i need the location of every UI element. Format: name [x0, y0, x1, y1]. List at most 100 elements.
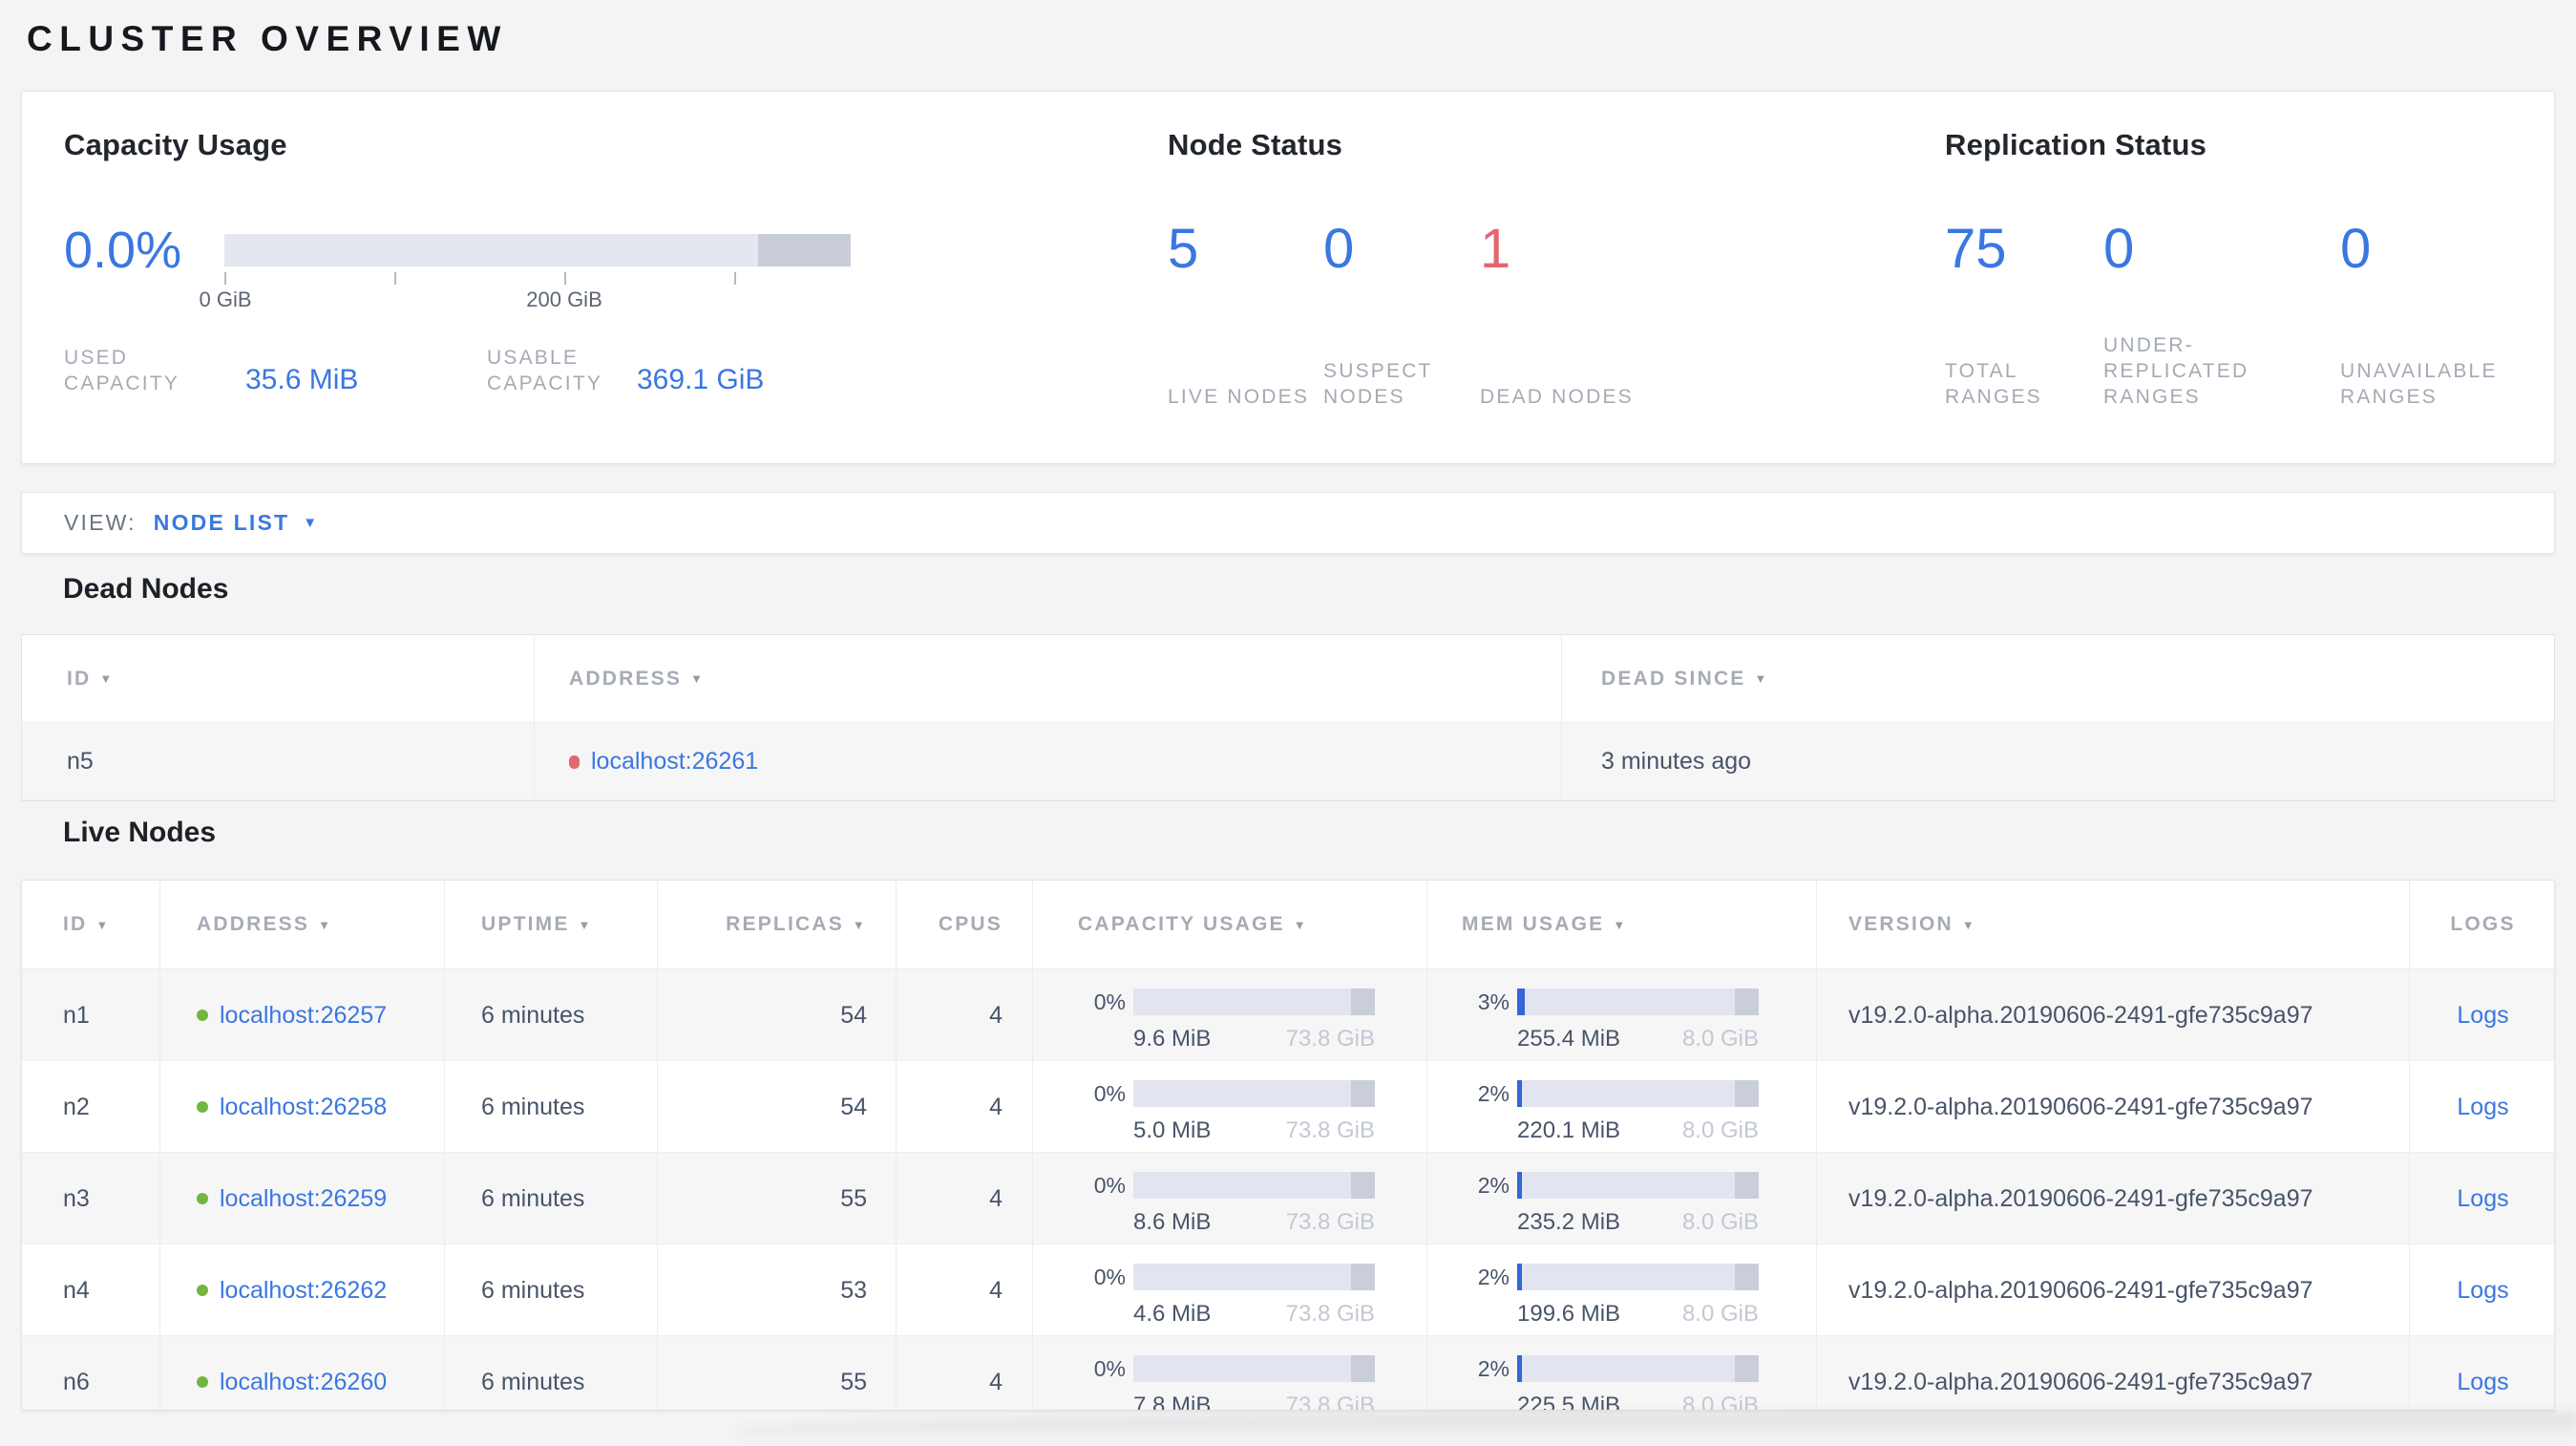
- node-cpus-cell: 4: [897, 969, 1033, 1060]
- node-uptime-cell: 6 minutes: [445, 1336, 658, 1410]
- node-address-link[interactable]: localhost:26259: [220, 1185, 387, 1213]
- logs-link[interactable]: Logs: [2457, 1185, 2508, 1213]
- replication-status-stats: 75 TOTAL RANGES 0 UNDER-REPLICATED RANGES 0 U…: [1945, 222, 2555, 410]
- column-header-label: UPTIME: [481, 913, 570, 935]
- node-id-cell: n3: [22, 1153, 160, 1244]
- column-header-version[interactable]: VERSION ▼: [1817, 881, 2410, 968]
- column-header-uptime[interactable]: UPTIME ▼: [445, 881, 658, 968]
- node-cpus-cell: 4: [897, 1244, 1033, 1335]
- node-version-cell-text: v19.2.0-alpha.20190606-2491-gfe735c9a97: [1848, 1277, 2313, 1304]
- logs-link[interactable]: Logs: [2457, 1277, 2508, 1305]
- usage-used-value: 8.6 MiB: [1133, 1209, 1212, 1235]
- column-header-address[interactable]: ADDRESS ▼: [535, 635, 1562, 722]
- live-node-row: n3 localhost:26259 6 minutes 55 4 0% 8.6 MiB 73…: [22, 1153, 2554, 1244]
- dead-nodes-header-row: ID ▼ ADDRESS ▼ DEAD SINCE ▼: [22, 635, 2554, 723]
- usage-bar-track: [1517, 989, 1759, 1015]
- usage-total-value: 73.8 GiB: [1285, 1301, 1375, 1327]
- node-logs-cell: Logs: [2410, 1244, 2554, 1335]
- node-address-link[interactable]: localhost:26262: [220, 1277, 387, 1305]
- mem-usage-cell: 3% 255.4 MiB 8.0 GiB: [1427, 969, 1817, 1060]
- stat-value: 1: [1480, 218, 1511, 280]
- node-logs-cell: Logs: [2410, 1061, 2554, 1152]
- view-dropdown[interactable]: NODE LIST: [154, 510, 289, 536]
- sort-arrow-icon[interactable]: ▼: [579, 918, 593, 932]
- usage-percent-label: 2%: [1477, 1172, 1510, 1198]
- node-address-link[interactable]: localhost:26258: [220, 1094, 387, 1121]
- sort-arrow-icon[interactable]: ▼: [1613, 918, 1627, 932]
- node-address-link[interactable]: localhost:26261: [591, 748, 758, 776]
- column-header-mem-usage[interactable]: MEM USAGE ▼: [1427, 881, 1817, 968]
- node-uptime-cell: 6 minutes: [445, 1244, 658, 1335]
- node-cpus-cell-text: 4: [989, 1094, 1003, 1120]
- logs-link[interactable]: Logs: [2457, 1002, 2508, 1030]
- usage-bar-track: [1517, 1355, 1759, 1382]
- live-nodes-table: ID ▼ ADDRESS ▼ UPTIME ▼ REPLICAS ▼ CPUS CAPACITY …: [21, 880, 2555, 1411]
- used-capacity-value: 35.6 MiB: [245, 364, 359, 395]
- column-header-id[interactable]: ID ▼: [22, 635, 535, 722]
- column-header-capacity-usage[interactable]: CAPACITY USAGE ▼: [1033, 881, 1427, 968]
- node-id-cell: n6: [22, 1336, 160, 1410]
- usage-bar-track: [1517, 1080, 1759, 1107]
- usage-bar-track: [1133, 1264, 1375, 1290]
- sort-arrow-icon[interactable]: ▼: [1294, 918, 1308, 932]
- usage-bar-fill: [1517, 1264, 1523, 1290]
- node-version-cell: v19.2.0-alpha.20190606-2491-gfe735c9a97: [1817, 969, 2410, 1060]
- node-replicas-cell-text: 55: [840, 1369, 867, 1395]
- sort-arrow-icon[interactable]: ▼: [690, 671, 705, 686]
- dead-nodes-heading: Dead Nodes: [63, 573, 229, 605]
- logs-link[interactable]: Logs: [2457, 1094, 2508, 1121]
- node-status-section: Node Status 5 LIVE NODES 0 SUSPECT NODES 1 DE…: [1168, 128, 1657, 410]
- sort-arrow-icon[interactable]: ▼: [318, 918, 332, 932]
- column-header-replicas[interactable]: REPLICAS ▼: [658, 881, 897, 968]
- page-title: CLUSTER OVERVIEW: [27, 19, 508, 58]
- sort-arrow-icon[interactable]: ▼: [1962, 918, 1976, 932]
- node-version-cell: v19.2.0-alpha.20190606-2491-gfe735c9a97: [1817, 1244, 2410, 1335]
- usage-bar-dark-segment: [1734, 1172, 1759, 1199]
- column-header-cpus: CPUS: [897, 881, 1033, 968]
- node-version-cell-text: v19.2.0-alpha.20190606-2491-gfe735c9a97: [1848, 1002, 2313, 1029]
- dead-status-dot-icon: [569, 755, 580, 769]
- node-replicas-cell-text: 54: [840, 1002, 867, 1029]
- node-logs-cell: Logs: [2410, 1153, 2554, 1244]
- usage-bar-dark-segment: [1734, 1355, 1759, 1382]
- node-uptime-cell-text: 6 minutes: [481, 1094, 585, 1120]
- node-address-link[interactable]: localhost:26257: [220, 1002, 387, 1030]
- capacity-usage-cell: 0% 4.6 MiB 73.8 GiB: [1033, 1244, 1427, 1335]
- sort-arrow-icon[interactable]: ▼: [95, 918, 110, 932]
- stat-label: SUSPECT NODES: [1323, 360, 1433, 408]
- usable-capacity-stat: USABLE CAPACITY 369.1 GiB: [487, 345, 764, 396]
- capacity-usage-section: Capacity Usage 0.0% 0 GiB 200 GiB USED C…: [64, 128, 851, 396]
- node-version-cell-text: v19.2.0-alpha.20190606-2491-gfe735c9a97: [1848, 1094, 2313, 1120]
- usage-bar-dark-segment: [1350, 1264, 1375, 1290]
- mem-usage-cell: 2% 225.5 MiB 8.0 GiB: [1427, 1336, 1817, 1411]
- node-id-cell-text: n5: [67, 748, 94, 775]
- usage-used-value: 220.1 MiB: [1517, 1117, 1621, 1143]
- chevron-down-icon[interactable]: ▼: [303, 515, 319, 531]
- usage-percent-label: 0%: [1093, 1080, 1126, 1106]
- live-node-row: n2 localhost:26258 6 minutes 54 4 0% 5.0 MiB 73…: [22, 1061, 2554, 1153]
- node-uptime-cell-text: 6 minutes: [481, 1369, 585, 1395]
- sort-arrow-icon[interactable]: ▼: [853, 918, 867, 932]
- usage-bar-track: [1133, 1355, 1375, 1382]
- node-id-cell-text: n4: [63, 1277, 90, 1304]
- logs-link[interactable]: Logs: [2457, 1369, 2508, 1396]
- column-header-id[interactable]: ID ▼: [22, 881, 160, 968]
- column-header-address[interactable]: ADDRESS ▼: [160, 881, 445, 968]
- usage-bar-dark-segment: [1734, 1264, 1759, 1290]
- usage-used-value: 7.8 MiB: [1133, 1393, 1212, 1411]
- node-cpus-cell: 4: [897, 1153, 1033, 1244]
- node-uptime-cell: 6 minutes: [445, 1061, 658, 1152]
- stat-label: DEAD NODES: [1480, 386, 1634, 408]
- node-uptime-cell: 6 minutes: [445, 969, 658, 1060]
- axis-tick-label-0: 0 GiB: [199, 287, 252, 311]
- sort-arrow-icon[interactable]: ▼: [99, 671, 114, 686]
- capacity-bar: 0 GiB 200 GiB: [199, 234, 851, 312]
- node-version-cell: v19.2.0-alpha.20190606-2491-gfe735c9a97: [1817, 1153, 2410, 1244]
- usage-total-value: 8.0 GiB: [1681, 1393, 1759, 1411]
- sort-arrow-icon[interactable]: ▼: [1755, 671, 1769, 686]
- column-header-dead-since[interactable]: DEAD SINCE ▼: [1562, 635, 2554, 722]
- dead-since-cell: 3 minutes ago: [1562, 723, 2554, 799]
- usage-percent-label: 0%: [1093, 1355, 1126, 1381]
- node-address-link[interactable]: localhost:26260: [220, 1369, 387, 1396]
- node-id-cell-text: n6: [63, 1369, 90, 1395]
